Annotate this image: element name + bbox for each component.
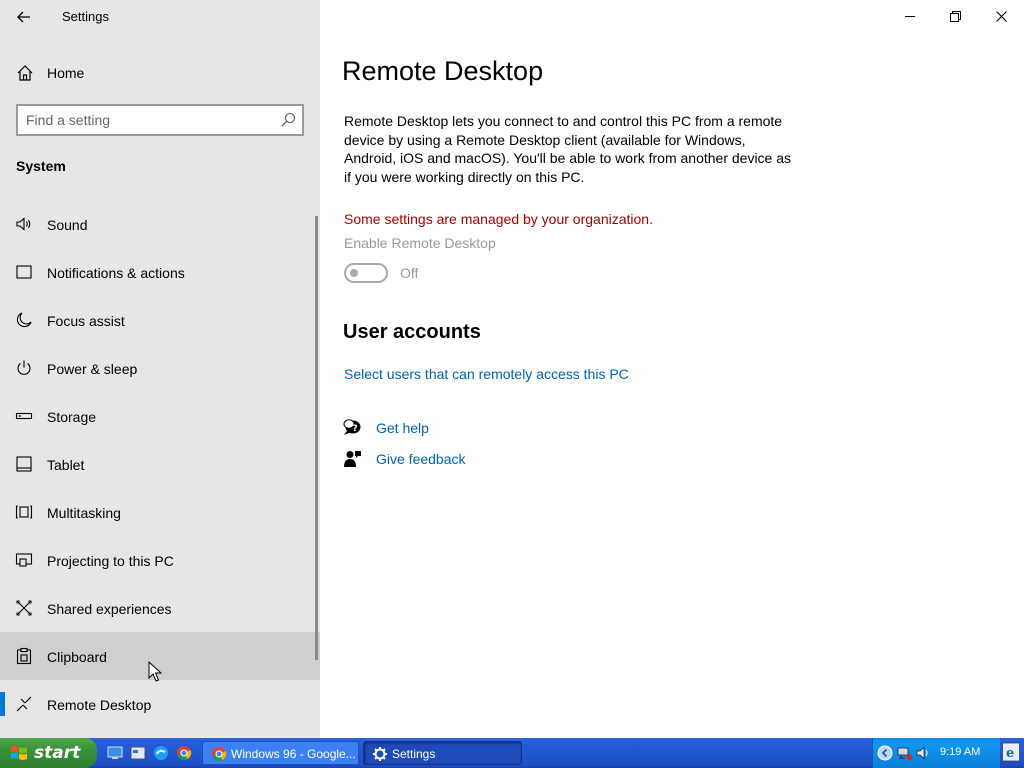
svg-text:e: e [1006, 746, 1014, 761]
toggle-knob [350, 269, 358, 277]
enable-remote-desktop-toggle[interactable] [344, 263, 388, 283]
taskbar: start Windows 96 - Google... Settings 9:… [0, 738, 1024, 768]
search-icon[interactable] [280, 112, 296, 128]
sidebar-item-label: Sound [47, 217, 88, 233]
sidebar-item-label: Notifications & actions [47, 265, 185, 281]
remote-desktop-icon [16, 696, 32, 712]
sidebar-item-tablet[interactable]: Tablet [0, 440, 316, 488]
sidebar-item-label: Clipboard [47, 649, 107, 665]
sidebar-item-home[interactable]: Home [0, 56, 320, 90]
svg-text:?: ? [353, 424, 358, 434]
tablet-icon [16, 456, 32, 472]
home-label: Home [47, 65, 85, 81]
clock[interactable]: 9:19 AM [940, 746, 980, 758]
help-chat-icon: ? [343, 419, 361, 435]
get-help-link[interactable]: Get help [376, 420, 429, 436]
gear-icon [373, 747, 387, 761]
feedback-person-icon [344, 451, 361, 467]
sidebar-item-shared-experiences[interactable]: Shared experiences [0, 584, 316, 632]
taskbar-button-chrome[interactable]: Windows 96 - Google... [202, 741, 359, 765]
sidebar-item-label: Remote Desktop [47, 697, 152, 713]
moon-icon [16, 312, 32, 328]
sidebar-scrollbar[interactable] [315, 216, 318, 660]
edge-icon[interactable] [153, 745, 169, 761]
restore-button[interactable] [932, 0, 978, 32]
start-button[interactable]: start [0, 738, 97, 768]
sidebar-item-notifications[interactable]: Notifications & actions [0, 248, 316, 296]
projecting-icon [15, 553, 33, 567]
get-help-row[interactable]: ? Get help [342, 417, 542, 439]
give-feedback-row[interactable]: Give feedback [342, 448, 542, 470]
sidebar-item-remote-desktop[interactable]: Remote Desktop [0, 680, 316, 728]
search-input[interactable] [26, 111, 266, 129]
sidebar-item-projecting[interactable]: Projecting to this PC [0, 536, 316, 584]
toggle-state: Off [400, 265, 419, 281]
sidebar-item-label: Projecting to this PC [47, 553, 174, 569]
select-users-link[interactable]: Select users that can remotely access th… [344, 366, 629, 382]
sidebar-item-label: Focus assist [47, 313, 125, 329]
start-label: start [34, 743, 81, 763]
shared-icon [16, 600, 32, 616]
settings-window: Settings Home System Sound Notifications… [0, 0, 1024, 738]
windows-flag-icon [11, 746, 27, 760]
close-button[interactable] [978, 0, 1024, 32]
close-icon [995, 10, 1007, 22]
user-accounts-heading: User accounts [343, 321, 481, 343]
chrome-icon[interactable] [176, 745, 192, 761]
sidebar-item-power-sleep[interactable]: Power & sleep [0, 344, 316, 392]
back-arrow-icon [17, 11, 30, 23]
home-icon [17, 65, 33, 81]
sidebar-item-label: Tablet [47, 457, 85, 473]
sidebar-item-label: Multitasking [47, 505, 121, 521]
taskbar-button-settings[interactable]: Settings [363, 741, 522, 765]
give-feedback-link[interactable]: Give feedback [376, 451, 466, 467]
tray-expand-icon[interactable] [877, 745, 893, 761]
clipboard-icon [16, 647, 32, 665]
system-tray: 9:19 AM [872, 738, 1000, 768]
sidebar-item-sound[interactable]: Sound [0, 200, 316, 248]
network-icon[interactable] [897, 745, 913, 761]
page-title: Remote Desktop [342, 56, 544, 86]
managed-warning: Some settings are managed by your organi… [344, 211, 653, 227]
minimize-icon [904, 15, 915, 17]
sidebar: Settings Home System Sound Notifications… [0, 0, 320, 738]
ie-icon[interactable]: e [1002, 742, 1020, 762]
storage-icon [15, 412, 33, 420]
power-icon [17, 360, 31, 375]
sidebar-item-focus-assist[interactable]: Focus assist [0, 296, 316, 344]
back-button[interactable] [8, 2, 40, 32]
speaker-icon [16, 217, 31, 231]
notification-icon [16, 265, 32, 279]
restore-icon [949, 10, 961, 22]
chrome-icon [212, 747, 227, 762]
multitasking-icon [15, 505, 33, 519]
mouse-cursor-icon [148, 661, 162, 682]
taskbar-button-label: Settings [392, 747, 436, 761]
toggle-label: Enable Remote Desktop [344, 235, 496, 251]
sidebar-item-label: Shared experiences [47, 601, 172, 617]
minimize-button[interactable] [887, 0, 933, 32]
search-box[interactable] [16, 104, 304, 136]
sidebar-item-label: Power & sleep [47, 361, 138, 377]
sidebar-item-storage[interactable]: Storage [0, 392, 316, 440]
sidebar-item-label: Storage [47, 409, 97, 425]
page-description: Remote Desktop lets you connect to and c… [344, 113, 792, 185]
volume-icon[interactable] [915, 745, 931, 761]
app-title: Settings [62, 9, 109, 24]
taskbar-button-label: Windows 96 - Google... [231, 747, 356, 761]
section-title: System [16, 158, 66, 174]
sidebar-item-multitasking[interactable]: Multitasking [0, 488, 316, 536]
explorer-icon[interactable] [130, 745, 146, 761]
show-desktop-icon[interactable] [107, 745, 123, 761]
